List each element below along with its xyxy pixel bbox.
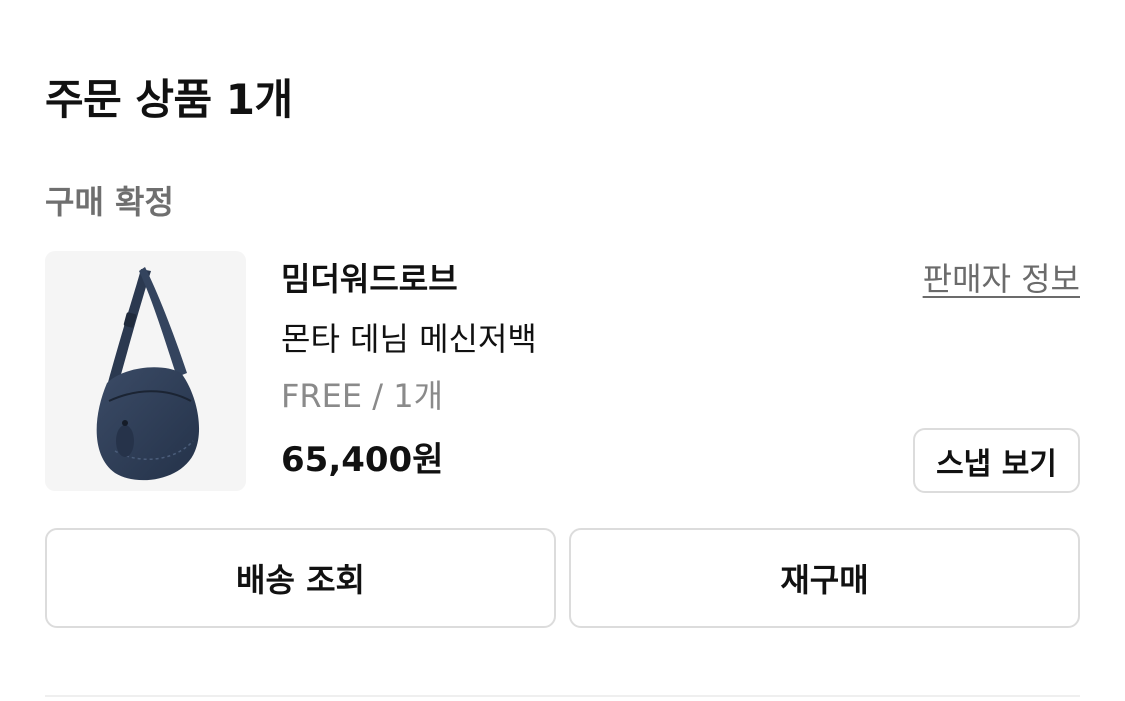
brand-name[interactable]: 밈더워드로브 <box>281 258 458 300</box>
denim-messenger-bag-image <box>96 267 200 481</box>
track-shipping-button[interactable]: 배송 조회 <box>45 528 556 628</box>
product-option: FREE / 1개 <box>281 377 444 415</box>
section-title: 주문 상품 1개 <box>45 75 293 124</box>
product-thumbnail[interactable] <box>45 251 246 491</box>
section-divider <box>45 695 1080 697</box>
reorder-button[interactable]: 재구매 <box>569 528 1080 628</box>
product-price: 65,400원 <box>281 440 444 480</box>
order-status-label: 구매 확정 <box>45 183 174 221</box>
seller-info-link[interactable]: 판매자 정보 <box>923 258 1080 300</box>
product-name[interactable]: 몬타 데님 메신저백 <box>281 318 537 360</box>
view-snap-button[interactable]: 스냅 보기 <box>913 428 1080 493</box>
